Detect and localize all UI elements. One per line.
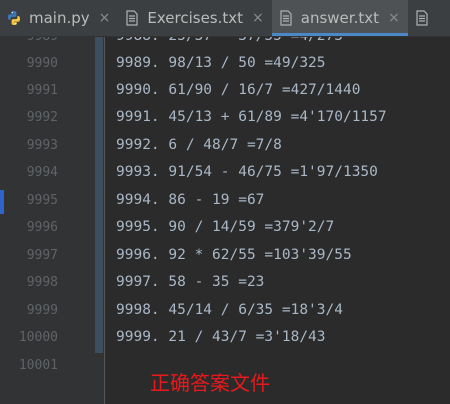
code-line[interactable]: 9999. 21 / 43/7 =3'18/43: [116, 324, 326, 351]
code-line[interactable]: 9998. 45/14 / 6/35 =18'3/4: [116, 297, 343, 324]
line-number: 9992: [26, 110, 58, 125]
close-icon[interactable]: ×: [388, 11, 400, 25]
line-number: 9990: [26, 56, 58, 71]
line-number: 10000: [18, 330, 58, 345]
tab-answer-txt[interactable]: answer.txt ×: [271, 0, 408, 36]
tab-main-py[interactable]: main.py ×: [0, 0, 118, 36]
line-number: 9993: [26, 138, 58, 153]
annotation-caption: 正确答案文件: [150, 371, 270, 395]
code-line[interactable]: 9995. 90 / 14/59 =379'2/7: [116, 214, 334, 241]
fold-region-marker: [95, 37, 103, 353]
line-number: 9991: [26, 83, 58, 98]
line-number: 9996: [26, 220, 58, 235]
line-number: 9994: [26, 165, 58, 180]
line-number: 9997: [26, 248, 58, 263]
code-line[interactable]: 9991. 45/13 + 61/89 =4'170/1157: [116, 104, 387, 131]
code-line[interactable]: 9994. 86 - 19 =67: [116, 187, 264, 214]
close-icon[interactable]: ×: [99, 11, 111, 25]
tab-exercises-txt[interactable]: Exercises.txt ×: [118, 0, 271, 36]
code-line[interactable]: 9993. 91/54 - 46/75 =1'97/1350: [116, 159, 378, 186]
tab-label: main.py: [29, 9, 90, 27]
line-number: 10001: [18, 358, 58, 373]
text-file-icon: [124, 10, 140, 26]
code-line[interactable]: 9996. 92 * 62/55 =103'39/55: [116, 242, 352, 269]
python-icon: [6, 10, 22, 26]
close-icon[interactable]: ×: [252, 11, 264, 25]
line-number: 9999: [26, 303, 58, 318]
code-line[interactable]: 9992. 6 / 48/7 =7/8: [116, 132, 282, 159]
tab-label: answer.txt: [300, 9, 379, 27]
line-number: 9998: [26, 275, 58, 290]
code-line[interactable]: 9997. 58 - 35 =23: [116, 269, 264, 296]
text-file-icon: [414, 10, 430, 26]
code-line[interactable]: 9989. 98/13 / 50 =49/325: [116, 50, 326, 77]
tab-label: Exercises.txt: [147, 9, 244, 27]
code-line[interactable]: 9990. 61/90 / 16/7 =427/1440: [116, 77, 360, 104]
tab-overflow[interactable]: [408, 0, 438, 36]
editor-tab-bar: main.py × Exercises.txt × answer.txt ×: [0, 0, 450, 37]
ide-window: main.py × Exercises.txt × answer.txt × 9…: [0, 0, 450, 404]
text-file-icon: [278, 10, 294, 26]
line-number: 9995: [26, 193, 58, 208]
